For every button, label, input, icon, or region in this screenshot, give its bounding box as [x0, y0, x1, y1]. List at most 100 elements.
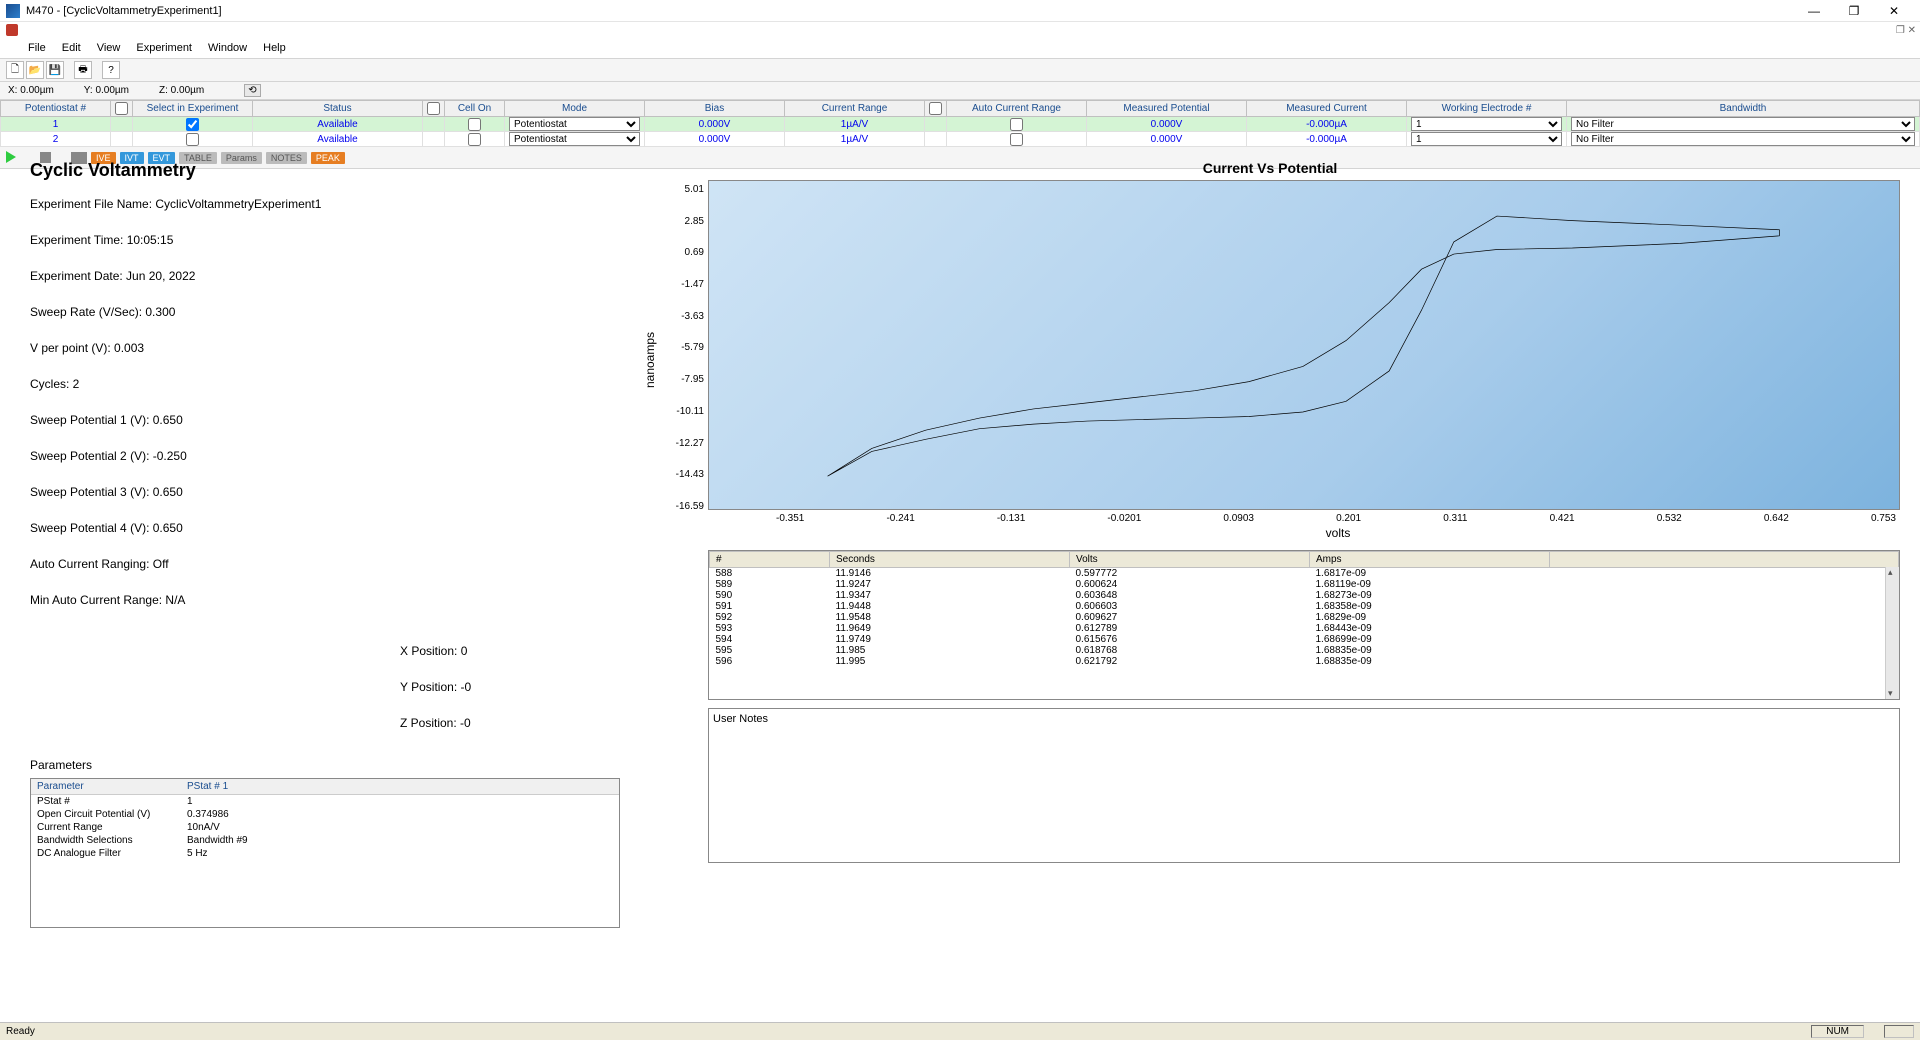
- menu-edit[interactable]: Edit: [54, 40, 89, 56]
- r1-mode-select[interactable]: Potentiostat: [509, 117, 640, 131]
- menu-help[interactable]: Help: [255, 40, 294, 56]
- r2-auto-cb[interactable]: [1010, 133, 1023, 146]
- pstat-row-1[interactable]: 1 Available Potentiostat 0.000V 1µA/V 0.…: [1, 117, 1920, 132]
- h-we: Working Electrode #: [1407, 101, 1567, 117]
- menu-window[interactable]: Window: [200, 40, 255, 56]
- user-notes[interactable]: User Notes: [708, 708, 1900, 863]
- params-row: DC Analogue Filter5 Hz: [31, 847, 619, 860]
- mdi-bar: ❐ ✕: [0, 22, 1920, 38]
- h-bw: Bandwidth: [1567, 101, 1920, 117]
- r2-status: Available: [253, 132, 423, 147]
- status-pad: [1884, 1025, 1914, 1038]
- h-status: Status: [253, 101, 423, 117]
- r2-select-cb[interactable]: [186, 133, 199, 146]
- pos-y: Y: 0.00µm: [84, 85, 129, 96]
- params-table: ParameterPStat # 1 PStat #1 Open Circuit…: [30, 778, 620, 928]
- params-row: Open Circuit Potential (V)0.374986: [31, 808, 619, 821]
- params-h1: Parameter: [31, 779, 181, 795]
- r1-bias: 0.000V: [645, 117, 785, 132]
- h-selall-cb[interactable]: [115, 102, 128, 115]
- menu-view[interactable]: View: [89, 40, 129, 56]
- chart-plot[interactable]: [708, 180, 1900, 510]
- help-icon[interactable]: ?: [102, 61, 120, 79]
- r1-mcur: -0.000µA: [1247, 117, 1407, 132]
- r2-mpot: 0.000V: [1087, 132, 1247, 147]
- window-title: M470 - [CyclicVoltammetryExperiment1]: [26, 5, 1794, 17]
- exp-ypos: Y Position: -0: [400, 680, 620, 694]
- titlebar: M470 - [CyclicVoltammetryExperiment1] — …: [0, 0, 1920, 22]
- table-row[interactable]: 59411.97490.6156761.68699e-09: [710, 634, 1899, 645]
- r2-bw-select[interactable]: No Filter: [1571, 132, 1915, 146]
- h-mcur: Measured Current: [1247, 101, 1407, 117]
- exp-file: Experiment File Name: CyclicVoltammetryE…: [30, 197, 400, 211]
- exp-sp1: Sweep Potential 1 (V): 0.650: [30, 413, 400, 427]
- table-row[interactable]: 59311.96490.6127891.68443e-09: [710, 623, 1899, 634]
- mdi-restore-icon[interactable]: ❐ ✕: [1892, 25, 1920, 36]
- h-select: Select in Experiment: [133, 101, 253, 117]
- params-row: Bandwidth SelectionsBandwidth #9: [31, 834, 619, 847]
- h-autorange: Auto Current Range: [947, 101, 1087, 117]
- exp-date: Experiment Date: Jun 20, 2022: [30, 269, 400, 283]
- exp-sweeprate: Sweep Rate (V/Sec): 0.300: [30, 305, 400, 319]
- close-button[interactable]: ✕: [1874, 0, 1914, 22]
- h-cell-cb[interactable]: [427, 102, 440, 115]
- table-row[interactable]: 59511.9850.6187681.68835e-09: [710, 645, 1899, 656]
- pos-refresh-icon[interactable]: ⟲: [244, 84, 260, 97]
- r1-auto-cb[interactable]: [1010, 118, 1023, 131]
- pos-x: X: 0.00µm: [8, 85, 54, 96]
- chart-xticks: -0.351 -0.241 -0.131 -0.0201 0.0903 0.20…: [776, 513, 1900, 524]
- chart-title: Current Vs Potential: [640, 160, 1900, 176]
- r1-bw-select[interactable]: No Filter: [1571, 117, 1915, 131]
- menu-file[interactable]: File: [20, 40, 54, 56]
- right-panel: Current Vs Potential nanoamps 5.01 2.85 …: [640, 160, 1920, 1022]
- exp-autorange: Auto Current Ranging: Off: [30, 557, 400, 571]
- h-cellon: Cell On: [445, 101, 505, 117]
- data-table-wrap: # Seconds Volts Amps 58811.91460.5977721…: [708, 550, 1900, 700]
- pstat-row-2[interactable]: 2 Available Potentiostat 0.000V 1µA/V 0.…: [1, 132, 1920, 147]
- exp-sp2: Sweep Potential 2 (V): -0.250: [30, 449, 400, 463]
- r1-range: 1µA/V: [785, 117, 925, 132]
- table-row[interactable]: 59611.9950.6217921.68835e-09: [710, 656, 1899, 667]
- mdi-icon: [6, 24, 18, 36]
- table-row[interactable]: 59011.93470.6036481.68273e-09: [710, 590, 1899, 601]
- r1-select-cb[interactable]: [186, 118, 199, 131]
- status-num: NUM: [1811, 1025, 1864, 1038]
- r1-we-select[interactable]: 1: [1411, 117, 1562, 131]
- chart-area: nanoamps 5.01 2.85 0.69 -1.47 -3.63 -5.7…: [640, 180, 1900, 540]
- table-row[interactable]: 59111.94480.6066031.68358e-09: [710, 601, 1899, 612]
- params-label: Parameters: [30, 758, 620, 772]
- exp-sp3: Sweep Potential 3 (V): 0.650: [30, 485, 400, 499]
- table-row[interactable]: 58911.92470.6006241.68119e-09: [710, 579, 1899, 590]
- h-pstat: Potentiostat #: [1, 101, 111, 117]
- r2-cell-cb[interactable]: [468, 133, 481, 146]
- pstat-header-row: Potentiostat # Select in Experiment Stat…: [1, 101, 1920, 117]
- exp-sp4: Sweep Potential 4 (V): 0.650: [30, 521, 400, 535]
- chart-xlabel: volts: [776, 526, 1900, 540]
- potentiostat-table: Potentiostat # Select in Experiment Stat…: [0, 100, 1920, 147]
- table-row[interactable]: 58811.91460.5977721.6817e-09: [710, 568, 1899, 580]
- r2-num: 2: [1, 132, 111, 147]
- table-row[interactable]: 59211.95480.6096271.6829e-09: [710, 612, 1899, 623]
- save-file-icon[interactable]: 💾: [46, 61, 64, 79]
- open-file-icon[interactable]: 📂: [26, 61, 44, 79]
- r2-we-select[interactable]: 1: [1411, 132, 1562, 146]
- exp-xpos: X Position: 0: [400, 644, 620, 658]
- h-mpot: Measured Potential: [1087, 101, 1247, 117]
- dt-hspacer: [1550, 552, 1899, 568]
- h-range: Current Range: [785, 101, 925, 117]
- maximize-button[interactable]: ❐: [1834, 0, 1874, 22]
- h-auto-cb[interactable]: [929, 102, 942, 115]
- data-table[interactable]: # Seconds Volts Amps 58811.91460.5977721…: [709, 551, 1899, 667]
- r1-status: Available: [253, 117, 423, 132]
- r2-mode-select[interactable]: Potentiostat: [509, 132, 640, 146]
- new-file-icon[interactable]: 🗋: [6, 61, 24, 79]
- print-icon[interactable]: 🖶: [74, 61, 92, 79]
- app-icon: [6, 4, 20, 18]
- exp-minauto: Min Auto Current Range: N/A: [30, 593, 400, 607]
- content-area: Cyclic Voltammetry Experiment File Name:…: [0, 160, 1920, 1022]
- menu-experiment[interactable]: Experiment: [128, 40, 200, 56]
- minimize-button[interactable]: —: [1794, 0, 1834, 22]
- r1-cell-cb[interactable]: [468, 118, 481, 131]
- chart-ylabel: nanoamps: [643, 332, 657, 388]
- scrollbar[interactable]: [1885, 567, 1899, 699]
